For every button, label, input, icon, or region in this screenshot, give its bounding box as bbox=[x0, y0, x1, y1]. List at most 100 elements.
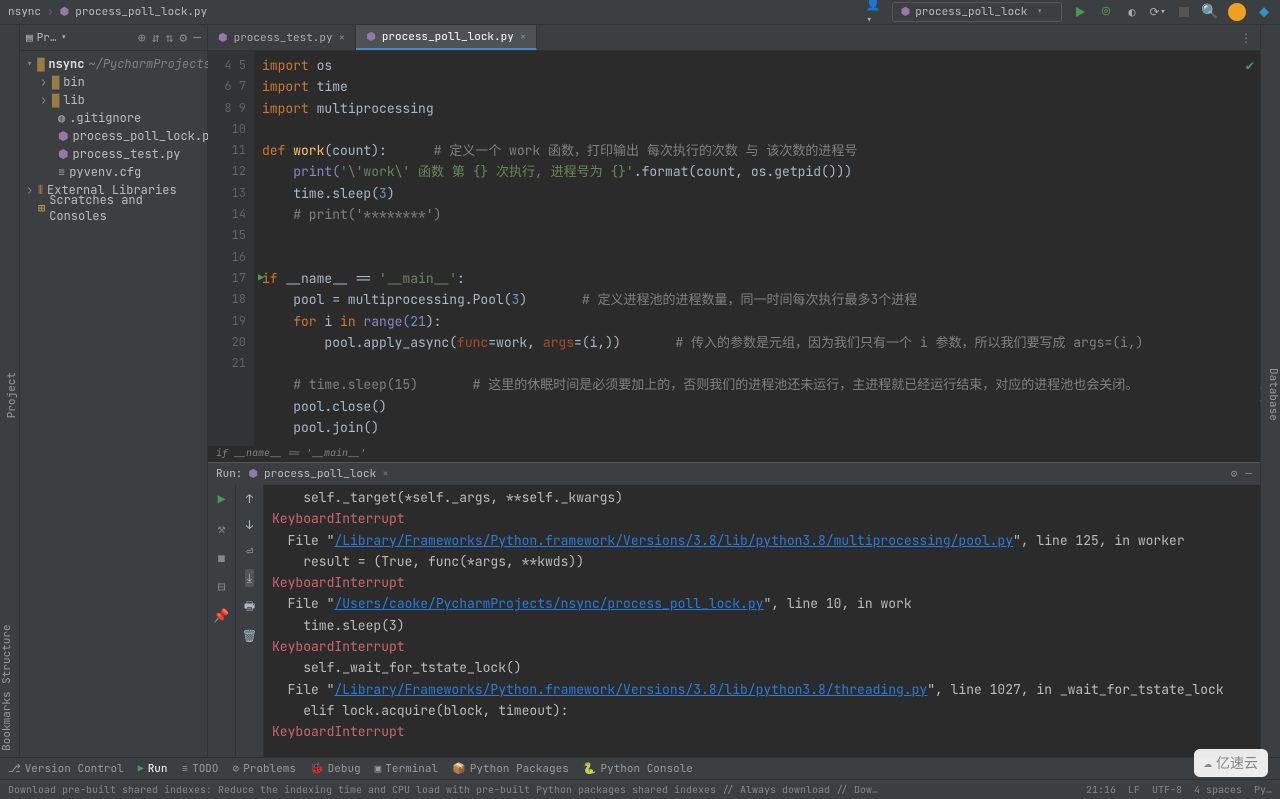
play-icon bbox=[1076, 7, 1085, 17]
debug-tab[interactable]: 🐞 Debug bbox=[310, 762, 361, 776]
tree-folder[interactable]: ›▇lib bbox=[20, 91, 207, 109]
right-tool-rail: Database SciView bbox=[1260, 25, 1280, 757]
avatar[interactable] bbox=[1228, 3, 1246, 21]
hide-icon[interactable]: — bbox=[193, 29, 201, 46]
ide-settings-button[interactable]: ◆ bbox=[1256, 4, 1272, 20]
editor-tab[interactable]: ⬢ process_test.py × bbox=[208, 25, 356, 50]
breadcrumb-project[interactable]: nsync bbox=[8, 5, 41, 19]
cloud-icon: ☁ bbox=[1204, 754, 1212, 772]
run-header: Run: ⬢ process_poll_lock × ⚙ — bbox=[208, 463, 1260, 485]
python-console-tab[interactable]: 🐍 Python Console bbox=[583, 762, 693, 776]
tabs-menu-icon[interactable]: ⋮ bbox=[1232, 25, 1260, 50]
run-tab[interactable]: ▶ Run bbox=[138, 762, 168, 776]
collapse-all-icon[interactable]: ⇅ bbox=[166, 29, 174, 46]
python-file-icon: ⬢ bbox=[366, 30, 376, 44]
tree-root-name: nsync bbox=[48, 56, 84, 72]
scroll-icon[interactable]: ⤓ bbox=[245, 569, 254, 587]
search-button[interactable]: 🔍 bbox=[1202, 4, 1218, 20]
trash-icon[interactable]: 🗑 bbox=[242, 628, 257, 644]
editor-tab-active[interactable]: ⬢ process_poll_lock.py × bbox=[356, 25, 537, 50]
breadcrumb-file[interactable]: process_poll_lock.py bbox=[75, 5, 207, 19]
tool-icon[interactable]: ⚒ bbox=[218, 520, 226, 537]
editor-area: ⬢ process_test.py × ⬢ process_poll_lock.… bbox=[208, 25, 1260, 757]
tree-folder[interactable]: ›▇bin bbox=[20, 73, 207, 91]
database-tool-tab[interactable]: Database bbox=[1266, 364, 1280, 425]
project-panel-title[interactable]: ▤ Pr… ▾ bbox=[26, 31, 132, 45]
run-coverage-button[interactable]: ◐ bbox=[1124, 4, 1140, 20]
project-tool-tab[interactable]: Project bbox=[5, 368, 19, 422]
tree-file[interactable]: ⬢process_poll_lock.py bbox=[20, 127, 207, 145]
debug-button[interactable]: ⌾ bbox=[1098, 4, 1114, 20]
tree-root[interactable]: ▾ ▇ nsync ~/PycharmProjects/ bbox=[20, 55, 207, 73]
stop-button[interactable] bbox=[1176, 4, 1192, 20]
structure-tool-tab[interactable]: Structure bbox=[0, 624, 20, 683]
run-toolbar-left2: ↑ ↓ ⏎ ⤓ 🖶 🗑 bbox=[236, 485, 264, 757]
rerun-button[interactable]: ▶ bbox=[218, 491, 226, 508]
file-icon: ≡ bbox=[58, 164, 65, 180]
expand-all-icon[interactable]: ⇵ bbox=[152, 29, 160, 46]
problems-tab[interactable]: ⊘ Problems bbox=[233, 762, 296, 776]
user-icon[interactable]: 👤▾ bbox=[866, 4, 882, 20]
gear-icon[interactable]: ⚙ bbox=[1231, 467, 1238, 481]
python-file-icon: ⬢ bbox=[218, 31, 228, 45]
print-icon[interactable]: 🖶 bbox=[244, 597, 255, 618]
tree-file[interactable]: ◍.gitignore bbox=[20, 109, 207, 127]
pin-icon[interactable]: 📌 bbox=[213, 607, 229, 624]
tree-root-path: ~/PycharmProjects/ bbox=[88, 56, 218, 72]
python-file-icon: ⬢ bbox=[901, 5, 911, 19]
close-icon[interactable]: × bbox=[520, 30, 527, 44]
terminal-tab[interactable]: ▣ Terminal bbox=[375, 762, 438, 776]
project-tree[interactable]: ▾ ▇ nsync ~/PycharmProjects/ ›▇bin ›▇lib… bbox=[20, 51, 207, 221]
inspection-ok-icon[interactable]: ✔ bbox=[1246, 57, 1254, 75]
cursor-position[interactable]: 21:16 bbox=[1086, 783, 1116, 796]
layout-icon[interactable]: ⊟ bbox=[218, 578, 226, 595]
run-config-dropdown[interactable]: ⬢ process_poll_lock ▾ bbox=[892, 2, 1062, 22]
close-icon[interactable]: × bbox=[339, 31, 346, 45]
run-title: process_poll_lock bbox=[264, 467, 376, 481]
hide-icon[interactable]: — bbox=[1245, 467, 1252, 481]
chevron-down-icon: ▾ bbox=[60, 31, 67, 45]
chevron-down-icon: ▾ bbox=[26, 56, 33, 72]
tree-file[interactable]: ≡pyvenv.cfg bbox=[20, 163, 207, 181]
python-packages-tab[interactable]: 📦 Python Packages bbox=[452, 762, 569, 776]
console-output[interactable]: self._target(*self._args, **self._kwargs… bbox=[264, 485, 1260, 757]
python-file-icon: ⬢ bbox=[60, 5, 70, 19]
gear-icon[interactable]: ⚙ bbox=[179, 29, 187, 46]
run-button[interactable] bbox=[1072, 4, 1088, 20]
todo-tab[interactable]: ≡ TODO bbox=[182, 762, 219, 776]
run-tool-window: Run: ⬢ process_poll_lock × ⚙ — ▶ ⚒ ◼ ⊟ 📌 bbox=[208, 462, 1260, 757]
status-bar: Download pre-built shared indexes: Reduc… bbox=[0, 779, 1280, 799]
interpreter[interactable]: Py… bbox=[1254, 783, 1272, 796]
locate-icon[interactable]: ⊕ bbox=[138, 29, 146, 46]
indent-setting[interactable]: 4 spaces bbox=[1194, 783, 1242, 796]
run-toolbar-left: ▶ ⚒ ◼ ⊟ 📌 bbox=[208, 485, 236, 757]
profiler-button[interactable]: ⟳▾ bbox=[1150, 4, 1166, 20]
tree-file[interactable]: ⬢process_test.py bbox=[20, 145, 207, 163]
bookmarks-tool-tab[interactable]: Bookmarks bbox=[0, 692, 20, 751]
folder-icon: ▇ bbox=[37, 56, 44, 72]
code-breadcrumb[interactable]: if __name__ == '__main__' bbox=[208, 446, 1260, 462]
status-message[interactable]: Download pre-built shared indexes: Reduc… bbox=[8, 783, 878, 796]
code-editor[interactable]: import os import time import multiproces… bbox=[254, 51, 1260, 446]
down-icon[interactable]: ↓ bbox=[246, 517, 253, 533]
run-gutter-icon[interactable]: ▶ bbox=[258, 267, 264, 288]
tab-label: process_test.py bbox=[234, 31, 333, 45]
tree-scratches[interactable]: ⊞Scratches and Consoles bbox=[20, 199, 207, 217]
version-control-tab[interactable]: ⎇ Version Control bbox=[8, 762, 124, 776]
line-ending[interactable]: LF bbox=[1128, 783, 1140, 796]
library-icon: ⫴ bbox=[38, 182, 43, 198]
close-icon[interactable]: × bbox=[382, 467, 389, 481]
folder-icon: ▇ bbox=[52, 92, 59, 108]
wrap-icon[interactable]: ⏎ bbox=[246, 543, 253, 559]
python-file-icon: ⬢ bbox=[248, 467, 258, 481]
file-encoding[interactable]: UTF-8 bbox=[1152, 783, 1182, 796]
top-toolbar-right: 👤▾ ⬢ process_poll_lock ▾ ⌾ ◐ ⟳▾ 🔍 ◆ bbox=[866, 2, 1272, 22]
stop-button[interactable]: ◼ bbox=[218, 549, 226, 566]
watermark: ☁ 亿速云 bbox=[1194, 749, 1268, 777]
python-file-icon: ⬢ bbox=[58, 146, 68, 162]
up-icon[interactable]: ↑ bbox=[246, 491, 253, 507]
run-config-label: process_poll_lock bbox=[915, 5, 1027, 19]
editor-gutter[interactable]: 4 5 6 7 8 9 10 11 12 13 14 15 16 17 18 1… bbox=[208, 51, 254, 446]
chevron-right-icon: › bbox=[40, 74, 48, 90]
python-file-icon: ⬢ bbox=[58, 128, 68, 144]
